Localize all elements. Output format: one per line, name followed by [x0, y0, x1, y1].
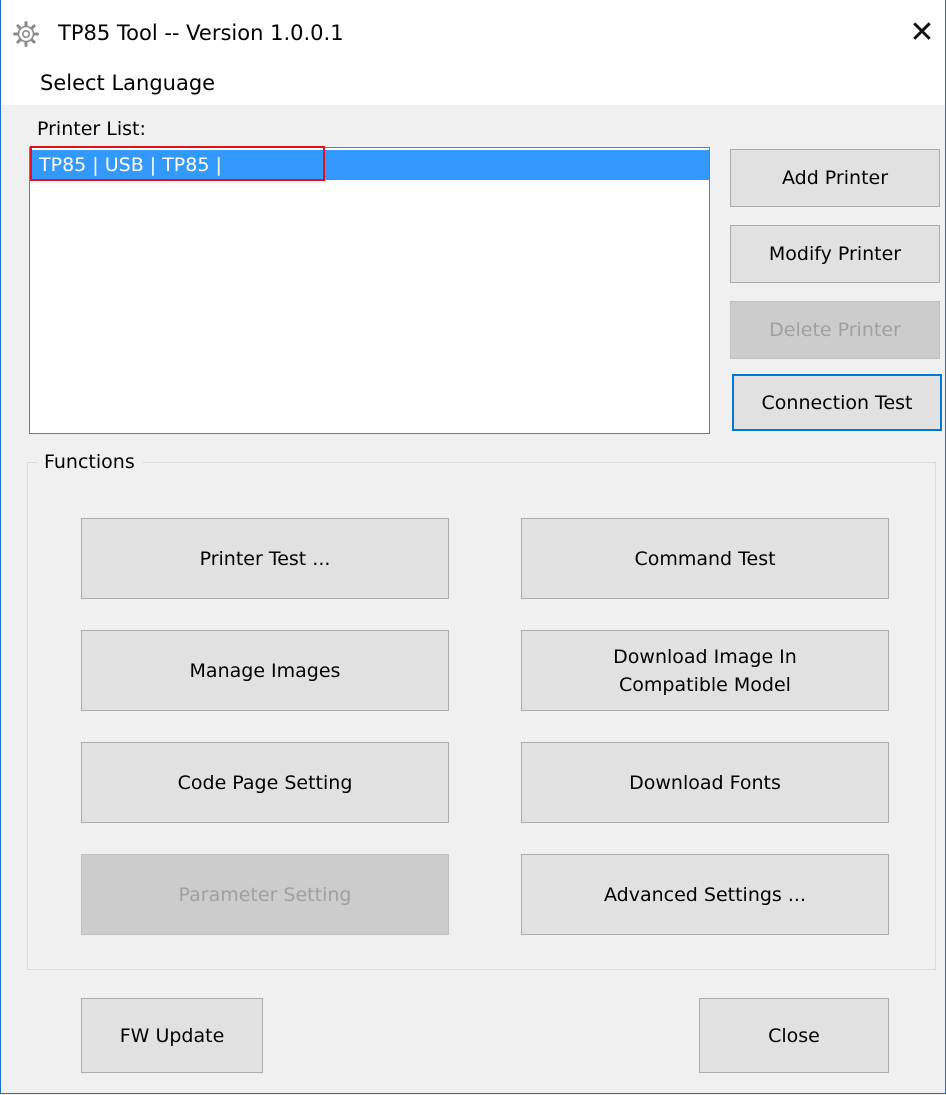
- parameter-setting-button[interactable]: Parameter Setting: [81, 854, 449, 935]
- printer-listbox[interactable]: TP85 | USB | TP85 |: [29, 147, 710, 434]
- window-title: TP85 Tool -- Version 1.0.0.1: [58, 21, 344, 45]
- connection-test-button[interactable]: Connection Test: [732, 374, 942, 431]
- title-bar: TP85 Tool -- Version 1.0.0.1 ✕: [1, 0, 945, 63]
- download-image-label-line1: Download Image In: [613, 645, 797, 668]
- advanced-settings-button[interactable]: Advanced Settings ...: [521, 854, 889, 935]
- fw-update-button[interactable]: FW Update: [81, 998, 263, 1073]
- delete-printer-button[interactable]: Delete Printer: [730, 301, 940, 359]
- menu-select-language[interactable]: Select Language: [40, 69, 215, 97]
- functions-group-title: Functions: [37, 450, 142, 474]
- close-button[interactable]: Close: [699, 998, 889, 1073]
- printer-list-label: Printer List:: [37, 118, 146, 140]
- manage-images-button[interactable]: Manage Images: [81, 630, 449, 711]
- add-printer-button[interactable]: Add Printer: [730, 149, 940, 207]
- code-page-setting-button[interactable]: Code Page Setting: [81, 742, 449, 823]
- menu-bar: Select Language: [1, 63, 945, 105]
- main-window: TP85 Tool -- Version 1.0.0.1 ✕ Select La…: [0, 0, 946, 1094]
- printer-test-button[interactable]: Printer Test ...: [81, 518, 449, 599]
- command-test-button[interactable]: Command Test: [521, 518, 889, 599]
- download-fonts-button[interactable]: Download Fonts: [521, 742, 889, 823]
- gear-icon: [13, 21, 39, 47]
- close-window-icon[interactable]: ✕: [905, 16, 939, 50]
- download-image-compatible-button[interactable]: Download Image In Compatible Model: [521, 630, 889, 711]
- printer-list-item[interactable]: TP85 | USB | TP85 |: [32, 150, 709, 180]
- download-image-label-line2: Compatible Model: [619, 673, 791, 696]
- modify-printer-button[interactable]: Modify Printer: [730, 225, 940, 283]
- printer-list-item-text: TP85 | USB | TP85 |: [39, 154, 222, 176]
